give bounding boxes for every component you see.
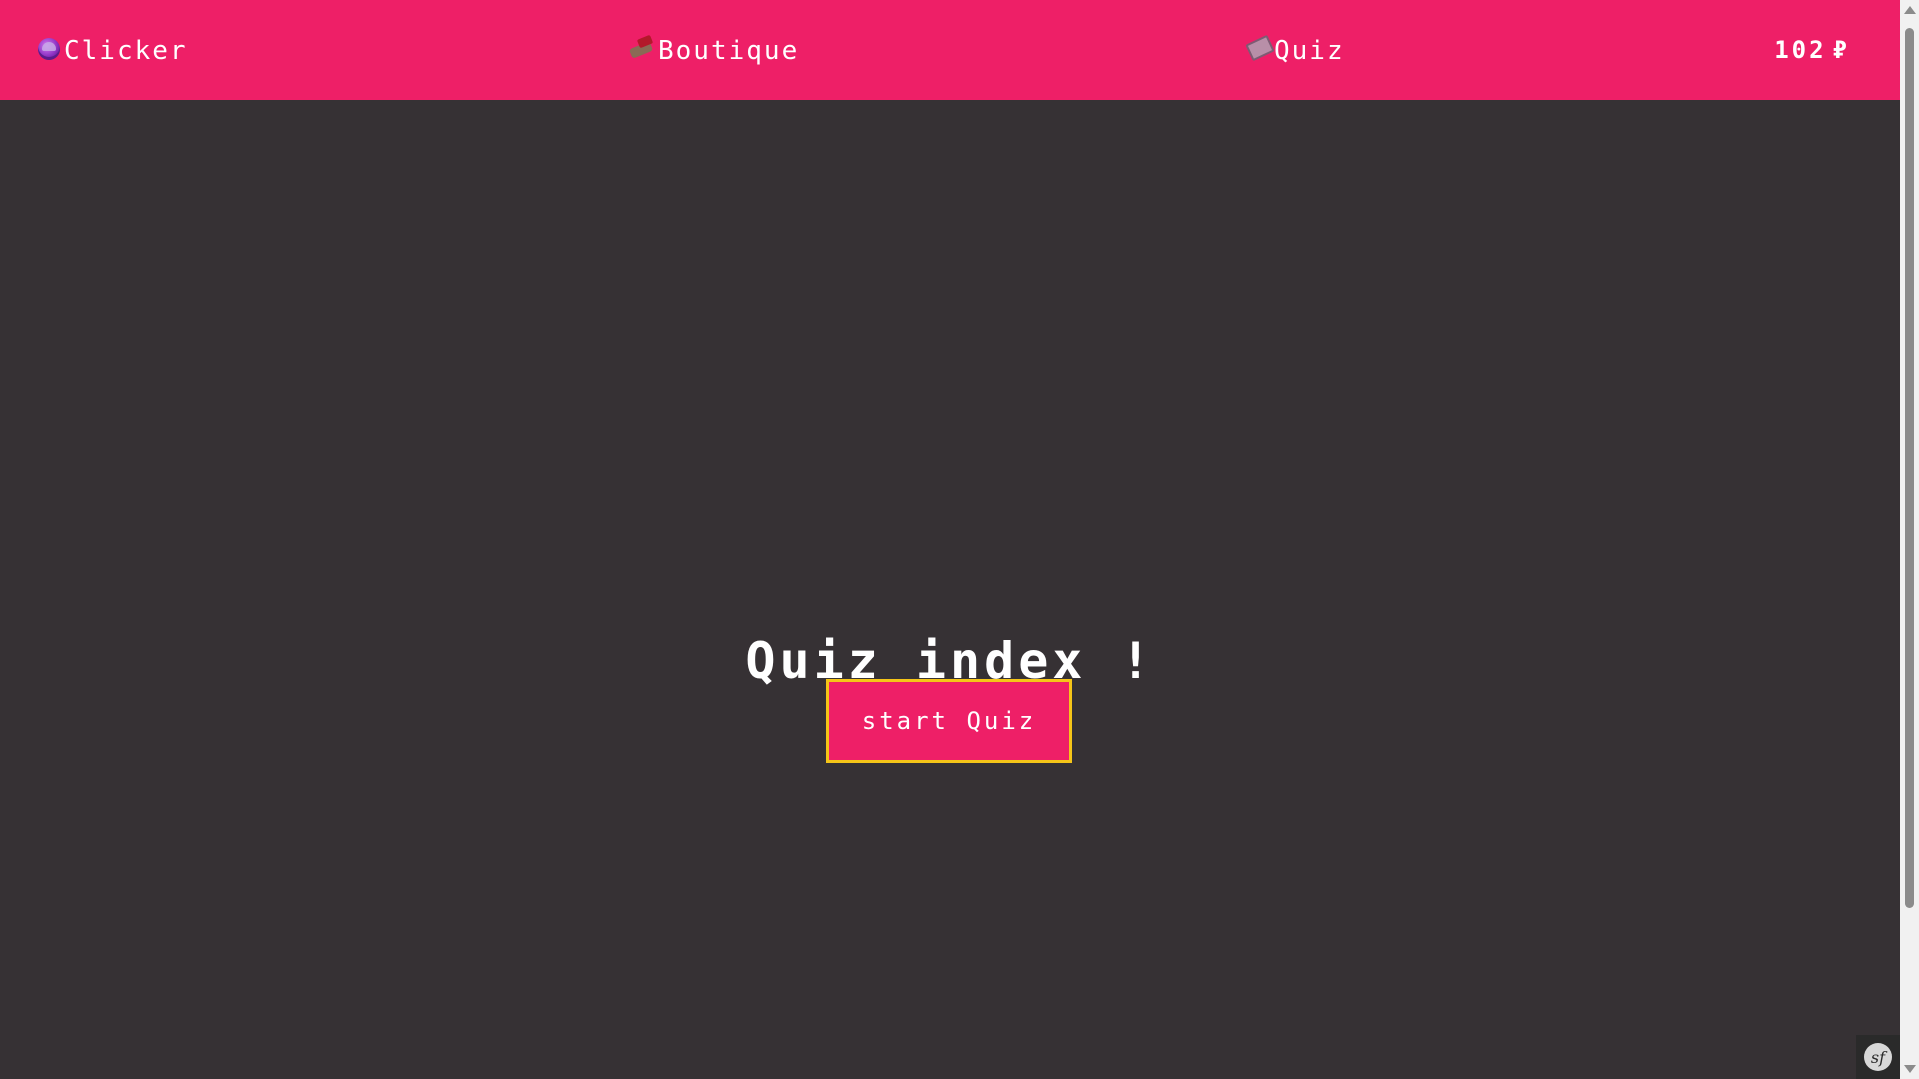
nav-item-quiz[interactable]: Quiz [1245,34,1345,66]
nav-item-clicker[interactable]: Clicker [38,36,188,66]
currency-amount: 102 [1774,36,1827,64]
vertical-scrollbar[interactable] [1900,0,1919,1079]
currency-counter: 102 ₽ [1774,36,1850,64]
top-navbar: Clicker Boutique Quiz 102 ₽ [0,0,1900,100]
currency-symbol: ₽ [1832,36,1850,64]
scroll-up-arrow-icon[interactable] [1904,6,1916,14]
scrollbar-thumb[interactable] [1905,28,1914,908]
book-icon [1245,34,1275,62]
nav-item-boutique[interactable]: Boutique [628,34,800,66]
symfony-logo-icon: sf [1864,1043,1892,1071]
nav-item-label: Boutique [658,36,800,66]
debug-toolbar-toggle[interactable]: sf [1856,1035,1900,1079]
start-quiz-button[interactable]: start Quiz [826,679,1072,763]
page: Clicker Boutique Quiz 102 ₽ Quiz index ! … [0,0,1919,1079]
ball-icon [38,38,60,60]
nav-item-label: Clicker [64,36,188,66]
scroll-down-arrow-icon[interactable] [1904,1065,1916,1073]
shop-icon [628,34,654,59]
nav-item-label: Quiz [1274,36,1345,66]
